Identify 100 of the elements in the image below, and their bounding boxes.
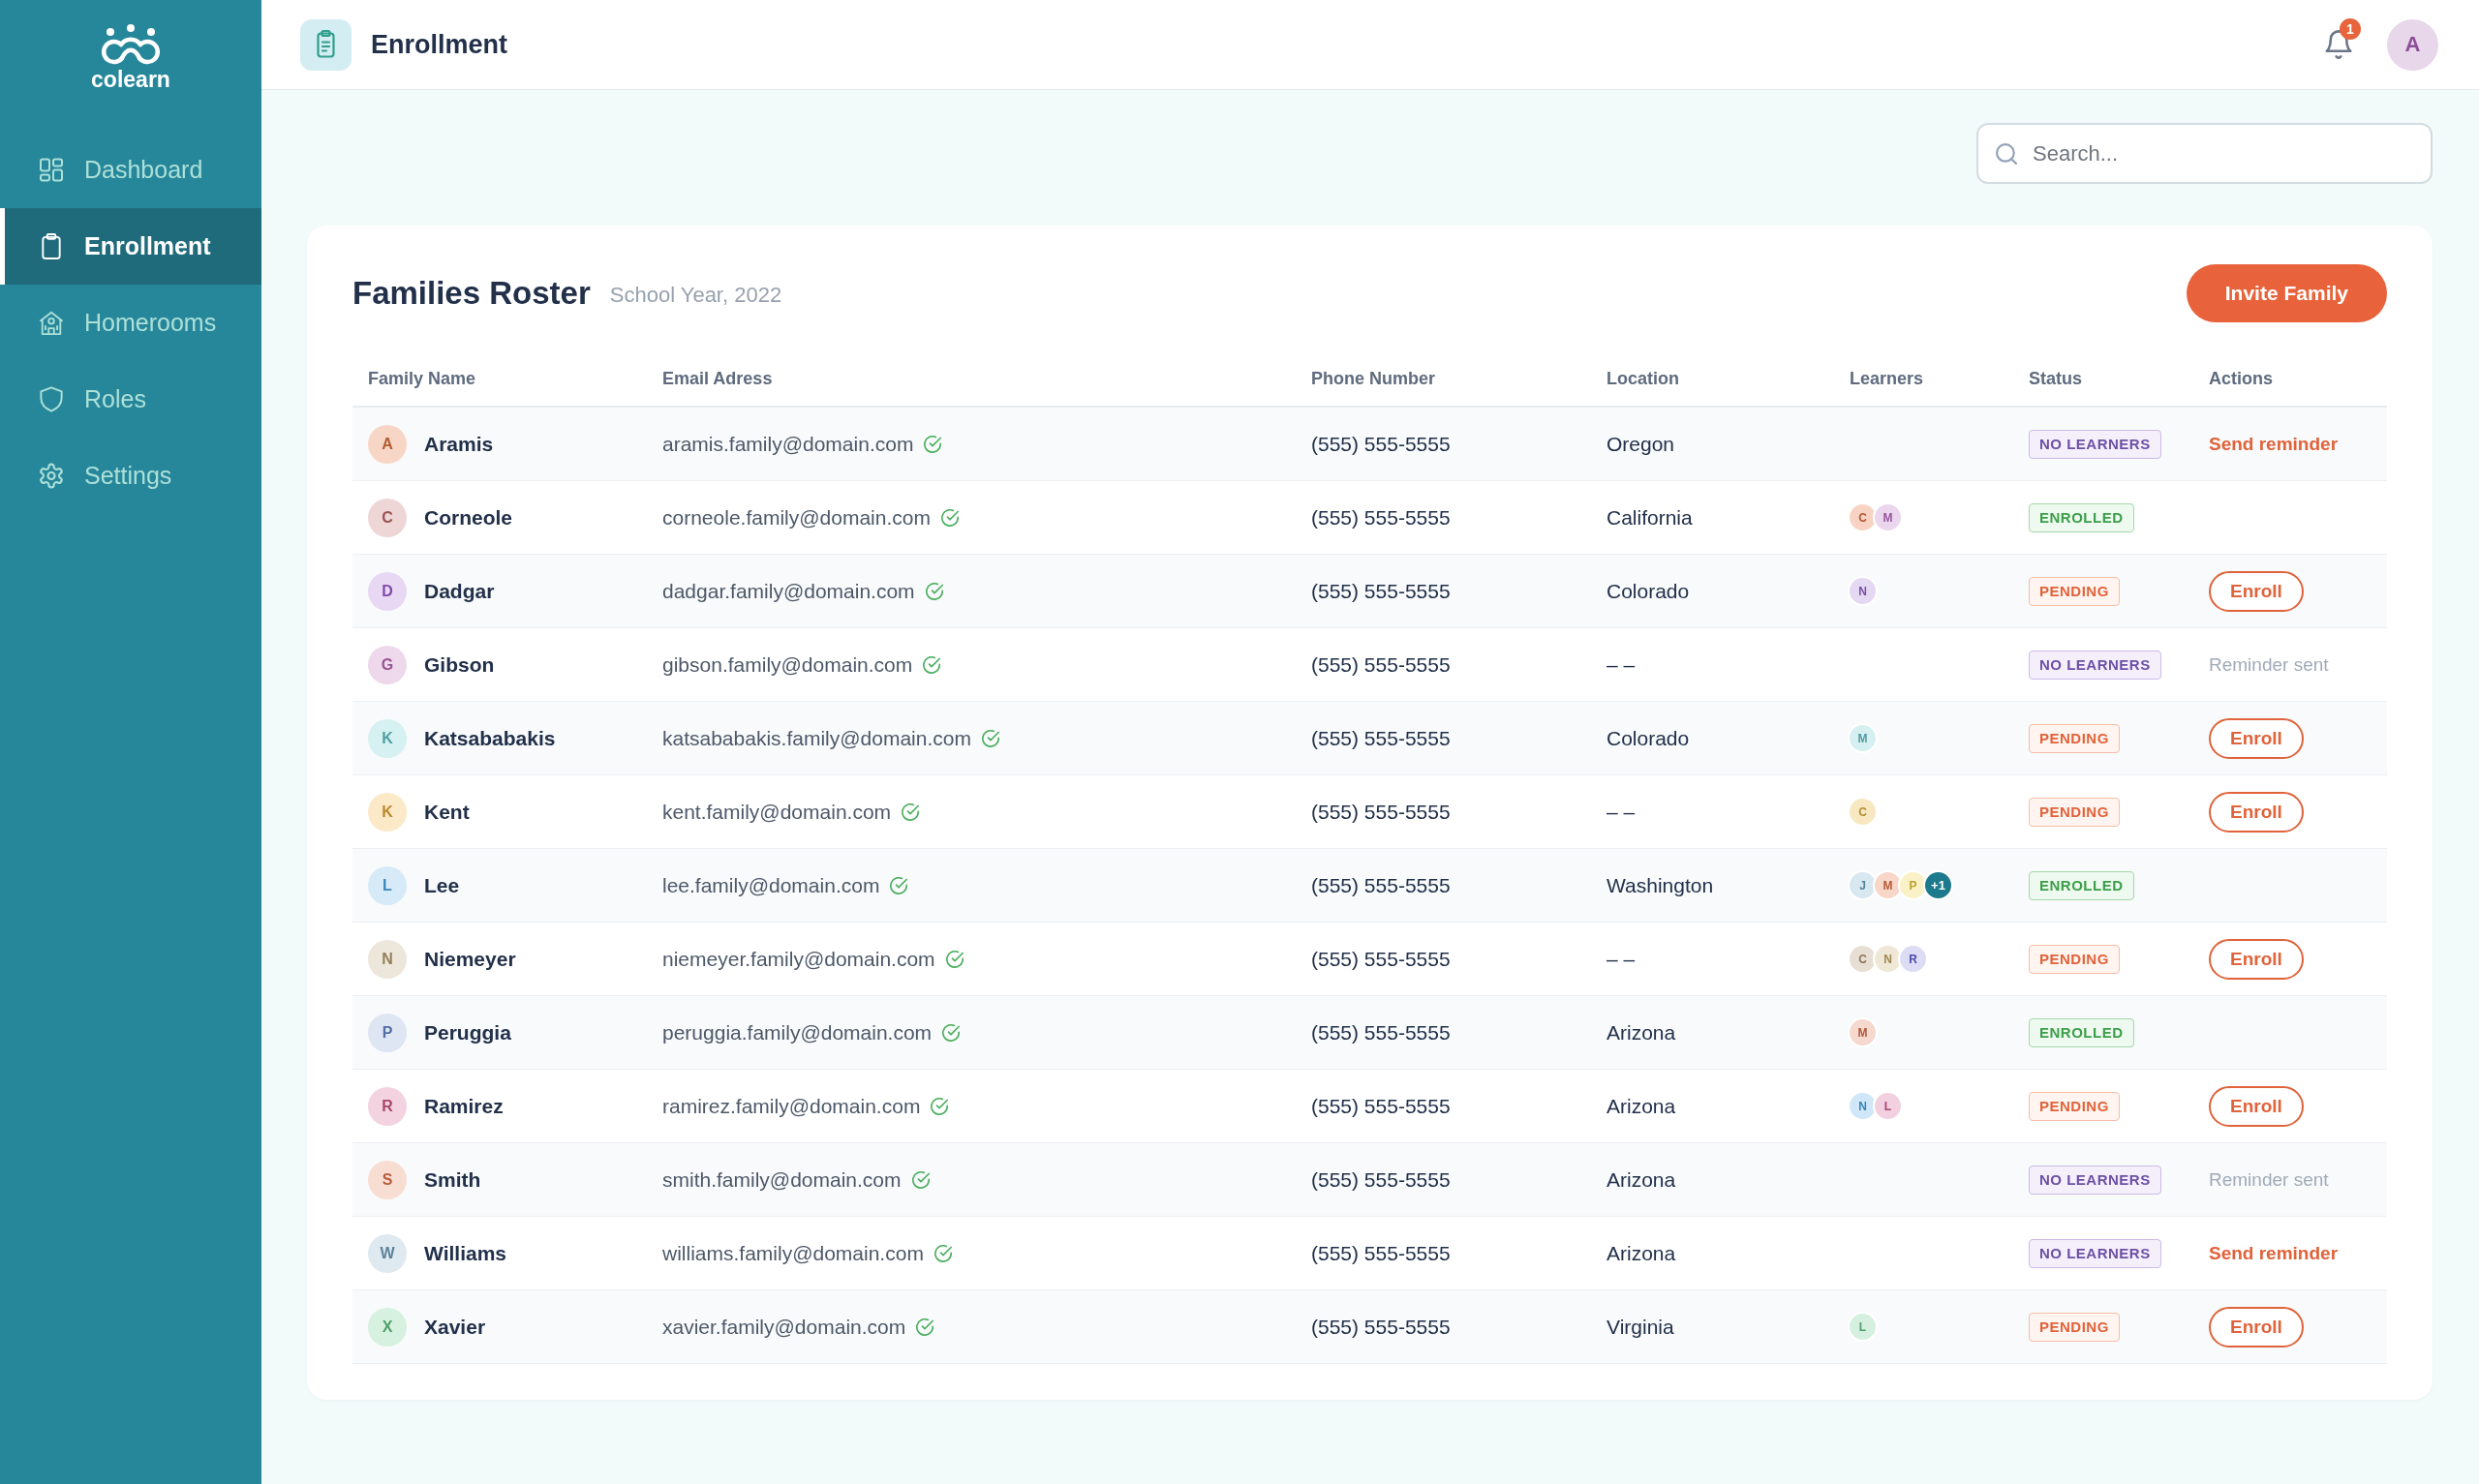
enroll-button[interactable]: Enroll	[2209, 1306, 2304, 1348]
notification-count: 1	[2340, 18, 2361, 40]
email-address: smith.family@domain.com	[662, 1167, 902, 1192]
status-badge: NO LEARNERS	[2029, 650, 2161, 680]
phone-number: (555) 555-5555	[1311, 1020, 1451, 1045]
grid-icon	[39, 157, 64, 183]
email-address: kent.family@domain.com	[662, 800, 892, 824]
family-name: Lee	[424, 873, 460, 897]
phone-number: (555) 555-5555	[1311, 726, 1451, 750]
roster-title: Families Roster	[352, 275, 591, 312]
enroll-button[interactable]: Enroll	[2209, 938, 2304, 980]
reminder-sent-text: Reminder sent	[2209, 653, 2329, 676]
phone-number: (555) 555-5555	[1311, 1241, 1451, 1265]
family-avatar: R	[368, 1086, 407, 1126]
learner-avatar: L	[1875, 1093, 1901, 1119]
family-name: Smith	[424, 1167, 481, 1192]
family-avatar: N	[368, 939, 407, 979]
family-avatar: A	[368, 424, 407, 464]
email-address: aramis.family@domain.com	[662, 432, 914, 456]
phone-number: (555) 555-5555	[1311, 1094, 1451, 1118]
sidebar-item[interactable]: Homerooms	[0, 285, 261, 361]
learner-avatar: N	[1875, 946, 1901, 972]
enroll-button[interactable]: Enroll	[2209, 570, 2304, 612]
phone-number: (555) 555-5555	[1311, 505, 1451, 530]
phone-number: (555) 555-5555	[1311, 1167, 1451, 1192]
location: Arizona	[1607, 1167, 1676, 1192]
send-reminder-link[interactable]: Send reminder	[2209, 1242, 2339, 1264]
phone-number: (555) 555-5555	[1311, 800, 1451, 824]
status-badge: PENDING	[2029, 723, 2120, 753]
learner-avatar: R	[1900, 946, 1926, 972]
family-name: Katsababakis	[424, 726, 556, 750]
phone-number: (555) 555-5555	[1311, 1315, 1451, 1339]
family-avatar: C	[368, 498, 407, 537]
learner-avatar: M	[1850, 1019, 1876, 1045]
column-header: Learners	[1849, 369, 1925, 389]
column-header: Location	[1606, 369, 1680, 389]
phone-number: (555) 555-5555	[1311, 947, 1451, 971]
email-address: williams.family@domain.com	[662, 1241, 924, 1265]
location: California	[1607, 505, 1693, 530]
sidebar-item[interactable]: Dashboard	[0, 132, 261, 208]
send-reminder-link[interactable]: Send reminder	[2209, 433, 2339, 455]
email-address: katsababakis.family@domain.com	[662, 726, 971, 750]
sidebar-item[interactable]: Enrollment	[0, 208, 261, 285]
school-year: School Year, 2022	[609, 283, 782, 308]
learner-avatar: N	[1850, 1093, 1876, 1119]
enroll-button[interactable]: Enroll	[2209, 717, 2304, 759]
search-icon	[1996, 143, 2017, 165]
column-header: Phone Number	[1310, 369, 1436, 389]
column-header: Actions	[2208, 369, 2274, 389]
family-name: Xavier	[424, 1315, 486, 1339]
learner-avatar: N	[1850, 578, 1876, 604]
status-badge: NO LEARNERS	[2029, 429, 2161, 459]
family-avatar: K	[368, 718, 407, 758]
more-learners-count: +1	[1925, 872, 1951, 898]
phone-number: (555) 555-5555	[1311, 873, 1451, 897]
user-avatar[interactable]: A	[2387, 18, 2438, 71]
shield-icon	[39, 386, 64, 412]
status-badge: PENDING	[2029, 944, 2120, 974]
family-name: Dadgar	[424, 579, 495, 603]
enroll-button[interactable]: Enroll	[2209, 791, 2304, 833]
email-address: dadgar.family@domain.com	[662, 579, 915, 603]
email-address: lee.family@domain.com	[662, 873, 880, 897]
family-name: Peruggia	[424, 1020, 511, 1045]
family-name: Niemeyer	[424, 947, 516, 971]
family-avatar: D	[368, 571, 407, 611]
family-avatar: S	[368, 1160, 407, 1199]
status-badge: NO LEARNERS	[2029, 1165, 2161, 1195]
status-badge: ENROLLED	[2029, 502, 2134, 532]
status-badge: PENDING	[2029, 1312, 2120, 1342]
learner-avatar: M	[1850, 725, 1876, 751]
learner-avatar: C	[1850, 946, 1876, 972]
family-avatar: L	[368, 865, 407, 905]
column-header: Email Adress	[661, 369, 774, 389]
phone-number: (555) 555-5555	[1311, 652, 1451, 677]
email-address: ramirez.family@domain.com	[662, 1094, 921, 1118]
family-avatar: G	[368, 645, 407, 684]
location: – –	[1607, 652, 1636, 677]
logo-text: colearn	[91, 68, 170, 91]
email-address: peruggia.family@domain.com	[662, 1020, 933, 1045]
column-header: Status	[2028, 369, 2083, 389]
family-avatar: P	[368, 1013, 407, 1052]
phone-number: (555) 555-5555	[1311, 579, 1451, 603]
status-badge: PENDING	[2029, 797, 2120, 827]
enroll-button[interactable]: Enroll	[2209, 1085, 2304, 1127]
page-title: Enrollment	[371, 29, 507, 60]
status-badge: PENDING	[2029, 1091, 2120, 1121]
learner-avatar: C	[1850, 504, 1876, 530]
search-field[interactable]: Search...	[1976, 123, 2433, 184]
status-badge: PENDING	[2029, 576, 2120, 606]
location: – –	[1607, 947, 1636, 971]
phone-number: (555) 555-5555	[1311, 432, 1451, 456]
status-badge: ENROLLED	[2029, 870, 2134, 900]
email-address: corneole.family@domain.com	[662, 505, 931, 530]
location: Arizona	[1607, 1094, 1676, 1118]
invite-family-button[interactable]: Invite Family	[2186, 264, 2387, 322]
sidebar-item[interactable]: Roles	[0, 361, 261, 438]
sidebar-item[interactable]: Settings	[0, 438, 261, 514]
location: Colorado	[1607, 579, 1690, 603]
status-badge: NO LEARNERS	[2029, 1238, 2161, 1268]
reminder-sent-text: Reminder sent	[2209, 1168, 2329, 1191]
